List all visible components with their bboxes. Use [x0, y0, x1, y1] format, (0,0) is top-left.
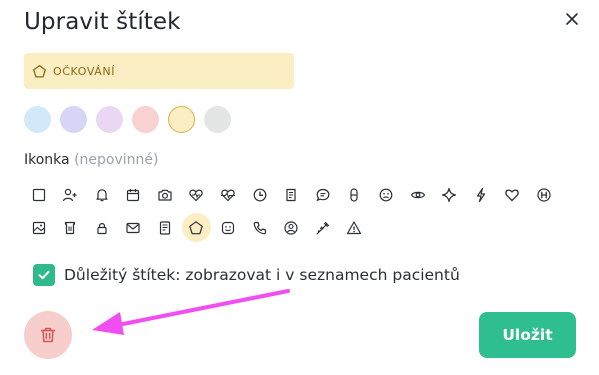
chat-icon	[316, 188, 330, 201]
syringe-icon	[316, 221, 329, 235]
sparkle-icon	[442, 187, 457, 202]
icon-option-heart[interactable]	[498, 180, 527, 209]
icon-option-receipt[interactable]	[277, 180, 306, 209]
trash-icon	[40, 327, 56, 343]
icon-option-syringe[interactable]	[308, 213, 337, 242]
icon-option-square[interactable]	[24, 180, 53, 209]
color-picker	[24, 106, 231, 133]
icon-option-heartbeat[interactable]	[214, 180, 243, 209]
icon-option-clock[interactable]	[245, 180, 274, 209]
icon-label: Ikonka	[24, 152, 70, 168]
bell-icon	[96, 188, 108, 201]
pentagon-icon	[189, 220, 204, 234]
icon-option-pill[interactable]	[340, 180, 369, 209]
icon-option-bell[interactable]	[87, 180, 116, 209]
icon-option-person-circle[interactable]	[277, 213, 306, 242]
color-swatch-light-red[interactable]	[132, 106, 159, 133]
icon-option-sad-face[interactable]	[372, 180, 401, 209]
phone-icon	[253, 221, 266, 234]
annotation-arrow	[92, 289, 290, 335]
dialog-title: Upravit štítek	[24, 9, 181, 35]
icon-option-calendar[interactable]	[119, 180, 148, 209]
hospital-icon	[537, 187, 551, 202]
icon-option-lightning[interactable]	[466, 180, 495, 209]
check-icon	[38, 270, 50, 280]
lightning-icon	[476, 187, 485, 202]
important-checkbox[interactable]	[33, 264, 55, 286]
receipt-icon	[286, 188, 296, 201]
icon-option-add-person[interactable]	[56, 180, 85, 209]
icon-option-mail[interactable]	[119, 213, 148, 242]
icon-option-document[interactable]	[150, 213, 179, 242]
edit-tag-dialog: Upravit štítek OČKOVÁNÍ Ikonka (nepovinn…	[0, 0, 599, 375]
sad-face-icon	[379, 188, 393, 201]
save-button[interactable]: Uložit	[479, 312, 576, 358]
add-person-icon	[62, 188, 77, 201]
icon-option-camera[interactable]	[150, 180, 179, 209]
icon-option-image[interactable]	[24, 213, 53, 242]
icon-option-heart-pulse[interactable]	[182, 180, 211, 209]
eye-icon	[410, 191, 425, 198]
icon-grid-row-2	[24, 213, 372, 242]
color-swatch-light-blue[interactable]	[24, 106, 51, 133]
smile-icon	[221, 221, 235, 234]
cup-icon	[64, 221, 76, 234]
color-swatch-light-purple[interactable]	[96, 106, 123, 133]
icon-option-chat[interactable]	[308, 180, 337, 209]
clock-icon	[253, 188, 267, 201]
icon-option-sparkle[interactable]	[435, 180, 464, 209]
color-swatch-light-gray[interactable]	[204, 106, 231, 133]
lock-icon	[97, 222, 107, 234]
close-icon	[566, 13, 578, 25]
color-swatch-lavender[interactable]	[60, 106, 87, 133]
icon-option-pentagon[interactable]	[181, 213, 211, 242]
camera-icon	[158, 189, 172, 201]
icon-option-smile[interactable]	[214, 213, 243, 242]
heart-icon	[505, 189, 520, 201]
icon-grid-row-1	[24, 180, 561, 209]
square-icon	[32, 188, 45, 201]
important-label: Důležitý štítek: zobrazovat i v seznamec…	[64, 266, 460, 284]
icon-option-lock[interactable]	[87, 213, 116, 242]
tag-preview: OČKOVÁNÍ	[24, 53, 294, 89]
icon-option-warning[interactable]	[340, 213, 369, 242]
color-swatch-light-yellow[interactable]	[168, 106, 195, 133]
calendar-icon	[127, 188, 140, 201]
heart-pulse-icon	[189, 189, 204, 201]
image-icon	[32, 221, 45, 234]
icon-section-label: Ikonka (nepovinné)	[24, 152, 158, 168]
person-circle-icon	[284, 220, 298, 235]
document-icon	[159, 220, 170, 235]
pentagon-icon	[33, 64, 46, 77]
pill-icon	[350, 187, 359, 202]
icon-option-hospital[interactable]	[530, 180, 559, 209]
warning-icon	[347, 220, 362, 234]
tag-preview-label: OČKOVÁNÍ	[53, 64, 116, 78]
close-button[interactable]	[560, 7, 584, 31]
mail-icon	[126, 222, 140, 233]
icon-option-phone[interactable]	[245, 213, 274, 242]
icon-option-cup[interactable]	[56, 213, 85, 242]
heartbeat-icon	[221, 189, 236, 201]
optional-hint: (nepovinné)	[74, 152, 159, 168]
icon-option-eye[interactable]	[403, 180, 432, 209]
delete-button[interactable]	[24, 311, 72, 359]
